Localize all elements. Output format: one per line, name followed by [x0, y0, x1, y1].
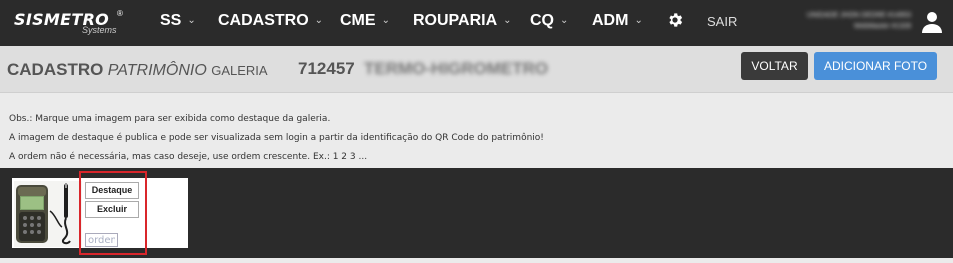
chevron-down-icon: ⌄	[634, 15, 643, 26]
delete-photo-button[interactable]: Excluir	[85, 201, 139, 218]
photo-gallery: Destaque Excluir	[0, 168, 953, 258]
user-info: UNIDADE JHON DEDRE #14953 WebMaster #132…	[807, 10, 911, 32]
nav-menu-rouparia[interactable]: ROUPARIA ⌄	[413, 12, 512, 30]
chevron-down-icon: ⌄	[381, 15, 390, 26]
nav-menu-rouparia-label: ROUPARIA	[413, 12, 498, 29]
set-highlight-button[interactable]: Destaque	[85, 182, 139, 199]
top-navbar: SISMETRO ® Systems SS ⌄ CADASTRO ⌄ CME ⌄ RO…	[0, 0, 953, 46]
logo-registered-mark: ®	[117, 9, 123, 18]
instructions: Obs.: Marque uma imagem para ser exibida…	[9, 110, 909, 167]
gear-icon[interactable]	[666, 11, 684, 29]
page-title-sub: GALERIA	[211, 63, 268, 78]
nav-menu-cq-label: CQ	[530, 12, 554, 29]
chevron-down-icon: ⌄	[187, 15, 196, 26]
add-photo-button[interactable]: ADICIONAR FOTO	[814, 52, 937, 80]
device-photo[interactable]	[14, 181, 82, 247]
order-input[interactable]	[85, 233, 118, 247]
user-unit: UNIDADE JHON DEDRE #14953	[806, 12, 911, 19]
nav-menu-cq[interactable]: CQ ⌄	[530, 12, 568, 30]
note-line: A ordem não é necessária, mas caso desej…	[9, 152, 368, 162]
nav-menu-ss[interactable]: SS ⌄	[160, 12, 196, 30]
nav-menu-ss-label: SS	[160, 12, 182, 29]
page-title-section: CADASTRO	[7, 60, 104, 79]
logo-subtitle: Systems	[82, 25, 117, 35]
nav-menu-cme-label: CME	[340, 12, 376, 29]
back-button[interactable]: VOLTAR	[741, 52, 808, 80]
chevron-down-icon: ⌄	[560, 15, 569, 26]
note-line: A imagem de destaque é publica e pode se…	[9, 133, 544, 143]
user-name: WebMaster #1328	[853, 23, 911, 30]
note-line: Obs.: Marque uma imagem para ser exibida…	[9, 114, 331, 124]
nav-menu-cadastro-label: CADASTRO	[218, 12, 309, 29]
chevron-down-icon: ⌄	[314, 15, 324, 26]
nav-menu-cme[interactable]: CME ⌄	[340, 12, 390, 30]
page-title-entity: PATRIMÔNIO	[107, 62, 207, 79]
nav-menu-adm-label: ADM	[592, 12, 629, 29]
asset-number: 712457	[298, 59, 355, 78]
nav-menu-adm[interactable]: ADM ⌄	[592, 12, 643, 30]
sismetro-logo[interactable]: SISMETRO ® Systems	[14, 9, 129, 38]
nav-menu-cadastro[interactable]: CADASTRO ⌄	[218, 12, 323, 30]
user-icon[interactable]	[920, 9, 944, 33]
page-header: CADASTRO PATRIMÔNIO GALERIA 712457 TERMO…	[0, 46, 953, 93]
photo-card: Destaque Excluir	[12, 178, 188, 248]
logout-link[interactable]: SAIR	[707, 14, 737, 29]
page-title: CADASTRO PATRIMÔNIO GALERIA	[7, 60, 268, 80]
chevron-down-icon: ⌄	[503, 15, 512, 26]
asset-name: TERMO-HIGROMETRO	[364, 59, 549, 78]
